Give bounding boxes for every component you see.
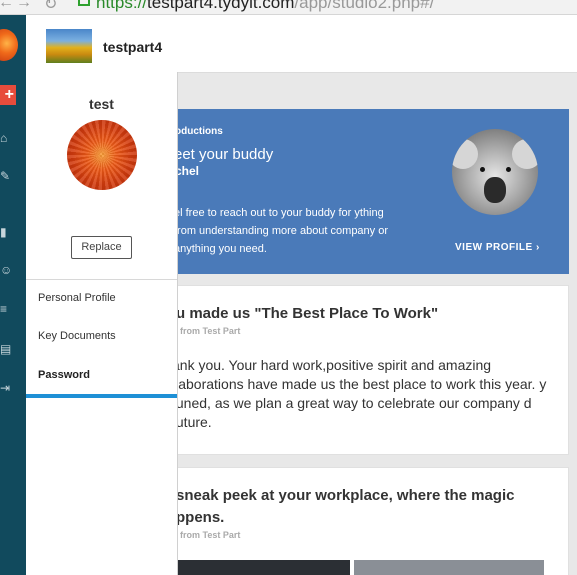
menu-password[interactable]: Password: [38, 369, 90, 381]
top-header: testpart4: [26, 15, 577, 73]
post-title: u made us "The Best Place To Work": [177, 305, 439, 322]
intro-heading: eet your buddy: [177, 146, 274, 163]
rail-avatar[interactable]: [0, 29, 18, 61]
company-name: testpart4: [103, 39, 163, 55]
list-icon[interactable]: ≡: [0, 302, 12, 316]
chart-icon[interactable]: ▮: [0, 225, 12, 239]
divider: [26, 279, 177, 280]
intro-body: el free to reach out to your buddy for y…: [177, 207, 389, 255]
main-content: oductions eet your buddy chel el free to…: [177, 72, 577, 575]
post-author: from Test Part: [180, 530, 241, 540]
active-tab-indicator: [26, 394, 177, 398]
url-path: /app/studio2.php#/: [294, 0, 435, 12]
koala-nose: [484, 177, 506, 203]
back-arrow-icon[interactable]: ←: [0, 0, 14, 12]
company-thumbnail: [46, 29, 92, 63]
browser-toolbar: ← → ↻ https://testpart4.tydyit.com/app/s…: [0, 0, 577, 15]
workplace-photo: [178, 560, 350, 575]
buddy-intro-card: oductions eet your buddy chel el free to…: [177, 109, 569, 274]
koala-eye-left: [480, 167, 485, 172]
post-card: u made us "The Best Place To Work" from …: [177, 285, 569, 455]
buddy-name: chel: [177, 164, 200, 178]
reload-icon[interactable]: ↻: [44, 0, 57, 14]
forward-arrow-icon[interactable]: →: [16, 0, 32, 12]
add-button[interactable]: +: [0, 85, 16, 105]
post-text: ank you. Your hard work,positive spirit …: [177, 357, 547, 430]
profile-username: test: [89, 96, 114, 112]
koala-eye-right: [506, 167, 511, 172]
post-author: from Test Part: [180, 326, 241, 336]
menu-personal-profile[interactable]: Personal Profile: [38, 292, 116, 304]
intro-eyebrow: oductions: [177, 126, 223, 137]
view-profile-link[interactable]: VIEW PROFILE ›: [455, 242, 540, 253]
people-icon[interactable]: ☺: [0, 263, 12, 277]
chevron-right-icon: ›: [535, 242, 540, 253]
left-icon-rail: + ⌂ ✎ ▮ ☺ ≡ ▤ ⇥: [0, 15, 26, 575]
home-icon[interactable]: ⌂: [0, 131, 12, 145]
buddy-photo: [452, 129, 538, 215]
edit-icon[interactable]: ✎: [0, 169, 12, 183]
koala-ear-right: [512, 139, 538, 169]
address-bar[interactable]: https://testpart4.tydyit.com/app/studio2…: [96, 0, 434, 13]
profile-photo: [67, 120, 137, 190]
lock-icon: [78, 0, 90, 6]
koala-ear-left: [452, 139, 478, 169]
post-card: sneak peek at your workplace, where the …: [177, 467, 569, 575]
menu-key-documents[interactable]: Key Documents: [38, 330, 116, 342]
replace-photo-button[interactable]: Replace: [71, 236, 132, 259]
logout-icon[interactable]: ⇥: [0, 381, 12, 395]
document-icon[interactable]: ▤: [0, 342, 12, 356]
url-host: testpart4.tydyit.com: [147, 0, 295, 12]
workplace-photo: [354, 560, 544, 575]
view-profile-label: VIEW PROFILE: [455, 242, 533, 253]
profile-panel: test Replace Personal Profile Key Docume…: [26, 72, 178, 575]
url-scheme: https://: [96, 0, 148, 12]
post-title: sneak peek at your workplace, where the …: [177, 487, 515, 526]
